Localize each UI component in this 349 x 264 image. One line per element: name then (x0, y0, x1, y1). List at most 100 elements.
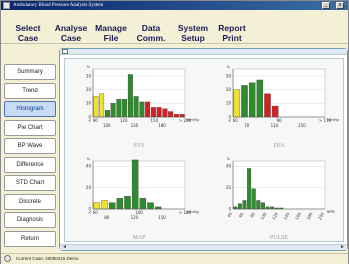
histogram-bar (150, 107, 156, 118)
histogram-bar (256, 79, 264, 118)
y-tick-label: 20 (226, 185, 232, 190)
x-tick-label: 180 (305, 211, 313, 221)
chart-svg: 02040%< 60 100 > 18080 120 150mmHgMAP (86, 157, 199, 241)
app-icon (3, 2, 10, 9)
x-tick-label: 150 (298, 123, 306, 128)
histogram-bar (147, 202, 154, 210)
chart-svg: 0102030%< 90 120 150 > 200100 130 180mmHgSYS (86, 65, 199, 149)
x-tick-label: 120 (120, 118, 128, 123)
histogram-bar (116, 99, 122, 118)
sidebar-item-histogram[interactable]: Histogram (4, 101, 56, 117)
histogram-bar (162, 108, 168, 118)
window-title: Ambulatory Blood Pressure Analysis Syste… (13, 3, 104, 8)
x-tick-label: 160 (294, 211, 302, 221)
status-text: Current Case: 20050415 Demo (16, 256, 79, 261)
histogram-bar (131, 159, 139, 210)
x-tick-label: 70 (244, 123, 250, 128)
x-tick-label: 130 (131, 123, 139, 128)
minimize-icon[interactable]: _ (322, 2, 330, 9)
histogram-bar (271, 105, 279, 118)
y-tick-label: 10 (226, 101, 232, 106)
histogram-bar (251, 188, 256, 210)
histogram-bar (237, 203, 242, 210)
close-icon[interactable]: x (336, 2, 344, 9)
menu-data-comm[interactable]: Data Comm. (135, 23, 167, 43)
histogram-bar (104, 109, 110, 118)
histogram-bar (256, 200, 261, 210)
chart-svg: 0 20 40% 40 60 80 100 120 140 160 180 200 BPM PULSE (226, 157, 335, 241)
histogram-bar (265, 206, 270, 210)
histogram-bar (242, 200, 247, 210)
histogram-bar (247, 168, 252, 210)
y-axis-label: % (227, 65, 231, 69)
histogram-bar (154, 206, 162, 210)
x-axis-unit: mmHg (187, 118, 199, 122)
title-bar[interactable]: Ambulatory Blood Pressure Analysis Syste… (1, 1, 348, 10)
scroll-knob[interactable] (62, 49, 68, 54)
x-tick-label: 200 (317, 211, 325, 221)
menu-manage-file[interactable]: Manage File (94, 23, 128, 43)
sidebar-item-return[interactable]: Return (4, 231, 56, 247)
x-axis-unit: BPM (327, 210, 335, 214)
x-tick-label: < 90 (88, 118, 98, 123)
y-tick-label: 20 (86, 87, 92, 92)
x-tick-label: 100 (103, 123, 111, 128)
sidebar-item-trend[interactable]: Trend (4, 83, 56, 99)
y-tick-label: 30 (226, 73, 232, 78)
histogram-bar (233, 89, 241, 118)
histogram-bar (99, 93, 105, 118)
horizontal-scrollbar-bottom[interactable]: ◄ ► (60, 244, 347, 250)
sidebar-item-std-chart[interactable]: STD Chart (4, 175, 56, 191)
histogram-bar (110, 103, 116, 118)
x-tick-label: 80 (104, 215, 110, 220)
sidebar-item-discrete[interactable]: Discrete (4, 194, 56, 210)
menu-report-print[interactable]: Report Print (216, 23, 248, 43)
menu-analyse-case[interactable]: Analyse Case (53, 23, 89, 43)
plot-frame (232, 160, 326, 210)
histogram-bar (116, 198, 124, 210)
main-panel: 0 10 20 30% < 90 120 150 > 200 100 130 180 mmHg SYS … (59, 48, 348, 251)
x-tick-label: 140 (282, 211, 290, 221)
app-window: Ambulatory Blood Pressure Analysis Syste… (0, 0, 349, 264)
sidebar-item-pie-chart[interactable]: Pie Chart (4, 120, 56, 136)
histogram-bar (139, 198, 147, 210)
y-axis-label: % (87, 65, 91, 69)
status-bar: Current Case: 20050415 Demo (1, 253, 348, 264)
histogram-bar (127, 74, 133, 118)
x-tick-label: 180 (158, 123, 166, 128)
y-tick-label: 40 (86, 164, 92, 169)
scroll-left-icon[interactable]: ◄ (62, 244, 67, 250)
x-tick-label: < 60 (88, 210, 98, 215)
histogram-bar (133, 96, 139, 118)
sidebar-item-difference[interactable]: Difference (4, 157, 56, 173)
histogram-bar (233, 206, 238, 210)
histogram-bar (260, 202, 265, 210)
chart-title: DIA (274, 143, 285, 149)
histogram-area: 0 10 20 30% < 90 120 150 > 200 100 130 180 mmHg SYS … (64, 58, 344, 242)
chart-title: PULSE (270, 235, 289, 241)
menu-system-setup[interactable]: System Setup (176, 23, 210, 43)
histogram-bar (248, 82, 256, 118)
horizontal-scrollbar-top[interactable] (60, 49, 347, 55)
y-axis-label: % (87, 157, 91, 161)
histogram-bar (241, 85, 248, 118)
y-tick-label: 0 (228, 206, 231, 211)
histogram-bar (93, 96, 99, 118)
x-tick-label: 60 (238, 211, 245, 218)
histogram-bar (93, 202, 101, 210)
scroll-right-icon[interactable]: ► (340, 244, 345, 250)
menu-bar: Select Case Analyse Case Manage File Dat… (1, 10, 348, 44)
menu-select-case[interactable]: Select Case (12, 23, 44, 43)
sidebar-item-diagnosis[interactable]: Diagnosis (4, 212, 56, 228)
histogram-bar (156, 107, 162, 118)
histogram-bar (139, 101, 145, 118)
histogram-bar (145, 101, 151, 118)
x-tick-label: 150 (158, 215, 166, 220)
x-tick-label: 100 (259, 211, 267, 221)
sidebar-item-summary[interactable]: Summary (4, 64, 56, 80)
sidebar-item-bp-wave[interactable]: BP Wave (4, 138, 56, 154)
histogram-bar (168, 111, 174, 118)
y-tick-label: 30 (86, 73, 92, 78)
plot-frame (92, 68, 186, 118)
histogram-bar (270, 206, 275, 210)
